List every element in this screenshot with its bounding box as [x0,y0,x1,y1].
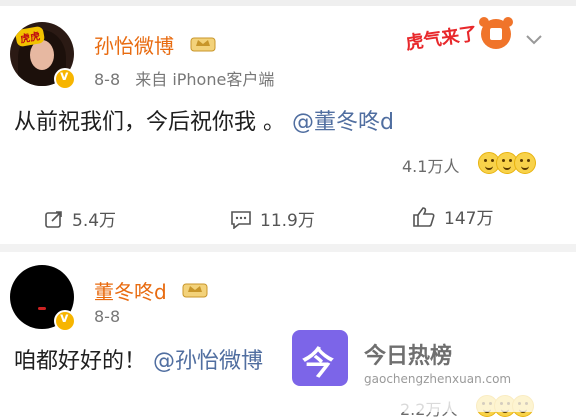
post-date: 8-8 [94,307,121,326]
watermark: 今 今日热榜 gaochengzhenxuan.com [280,320,554,412]
comment-button[interactable]: 11.9万 [230,206,315,231]
top-divider [0,0,576,6]
chevron-down-icon[interactable] [524,32,544,46]
verified-badge-icon [54,310,76,332]
post-text-body: 咱都好好的！ [14,349,147,374]
author-name[interactable]: 董冬咚d [94,276,167,305]
post-text: 咱都好好的！ @孙怡微博 [14,343,263,375]
mention-link[interactable]: @董冬咚d [292,110,394,135]
watermark-url: gaochengzhenxuan.com [364,372,512,386]
repost-count: 5.4万 [72,211,117,231]
surprised-emoji-icon [514,152,536,174]
watermark-title: 今日热榜 [364,344,453,369]
watermark-logo-icon: 今 [292,330,348,386]
like-count: 147万 [444,209,494,229]
repost-icon [45,210,62,228]
author-name[interactable]: 孙怡微博 [94,30,174,59]
comment-icon [231,210,251,229]
like-button[interactable]: 147万 [412,204,493,229]
tiger-sticker-icon: 虎气来了 [404,17,513,54]
comment-count: 11.9万 [260,211,315,231]
post-meta: 8-8 [94,307,130,326]
post-meta: 8-8 来自 iPhone客户端 [94,66,284,90]
post-text: 从前祝我们，今后祝你我 。 @董冬咚d [14,104,394,136]
post-separator [0,244,576,252]
post-source: 来自 iPhone客户端 [135,70,275,89]
like-count-text: 4.1万人 [402,157,460,176]
mention-link[interactable]: @孙怡微博 [153,349,263,374]
avatar-face [30,40,54,70]
post-text-body: 从前祝我们，今后祝你我 。 [14,110,285,135]
thumbs-up-icon [413,206,435,227]
reaction-emojis [478,152,536,174]
sticker-text: 虎气来了 [404,22,478,54]
repost-button[interactable]: 5.4万 [44,206,116,231]
member-crown-icon [182,283,208,298]
watermark-logo-glyph: 今 [302,344,335,382]
avatar-detail [38,307,46,310]
post-date: 8-8 [94,70,121,89]
member-crown-icon [190,37,216,52]
verified-badge-icon [54,68,76,90]
